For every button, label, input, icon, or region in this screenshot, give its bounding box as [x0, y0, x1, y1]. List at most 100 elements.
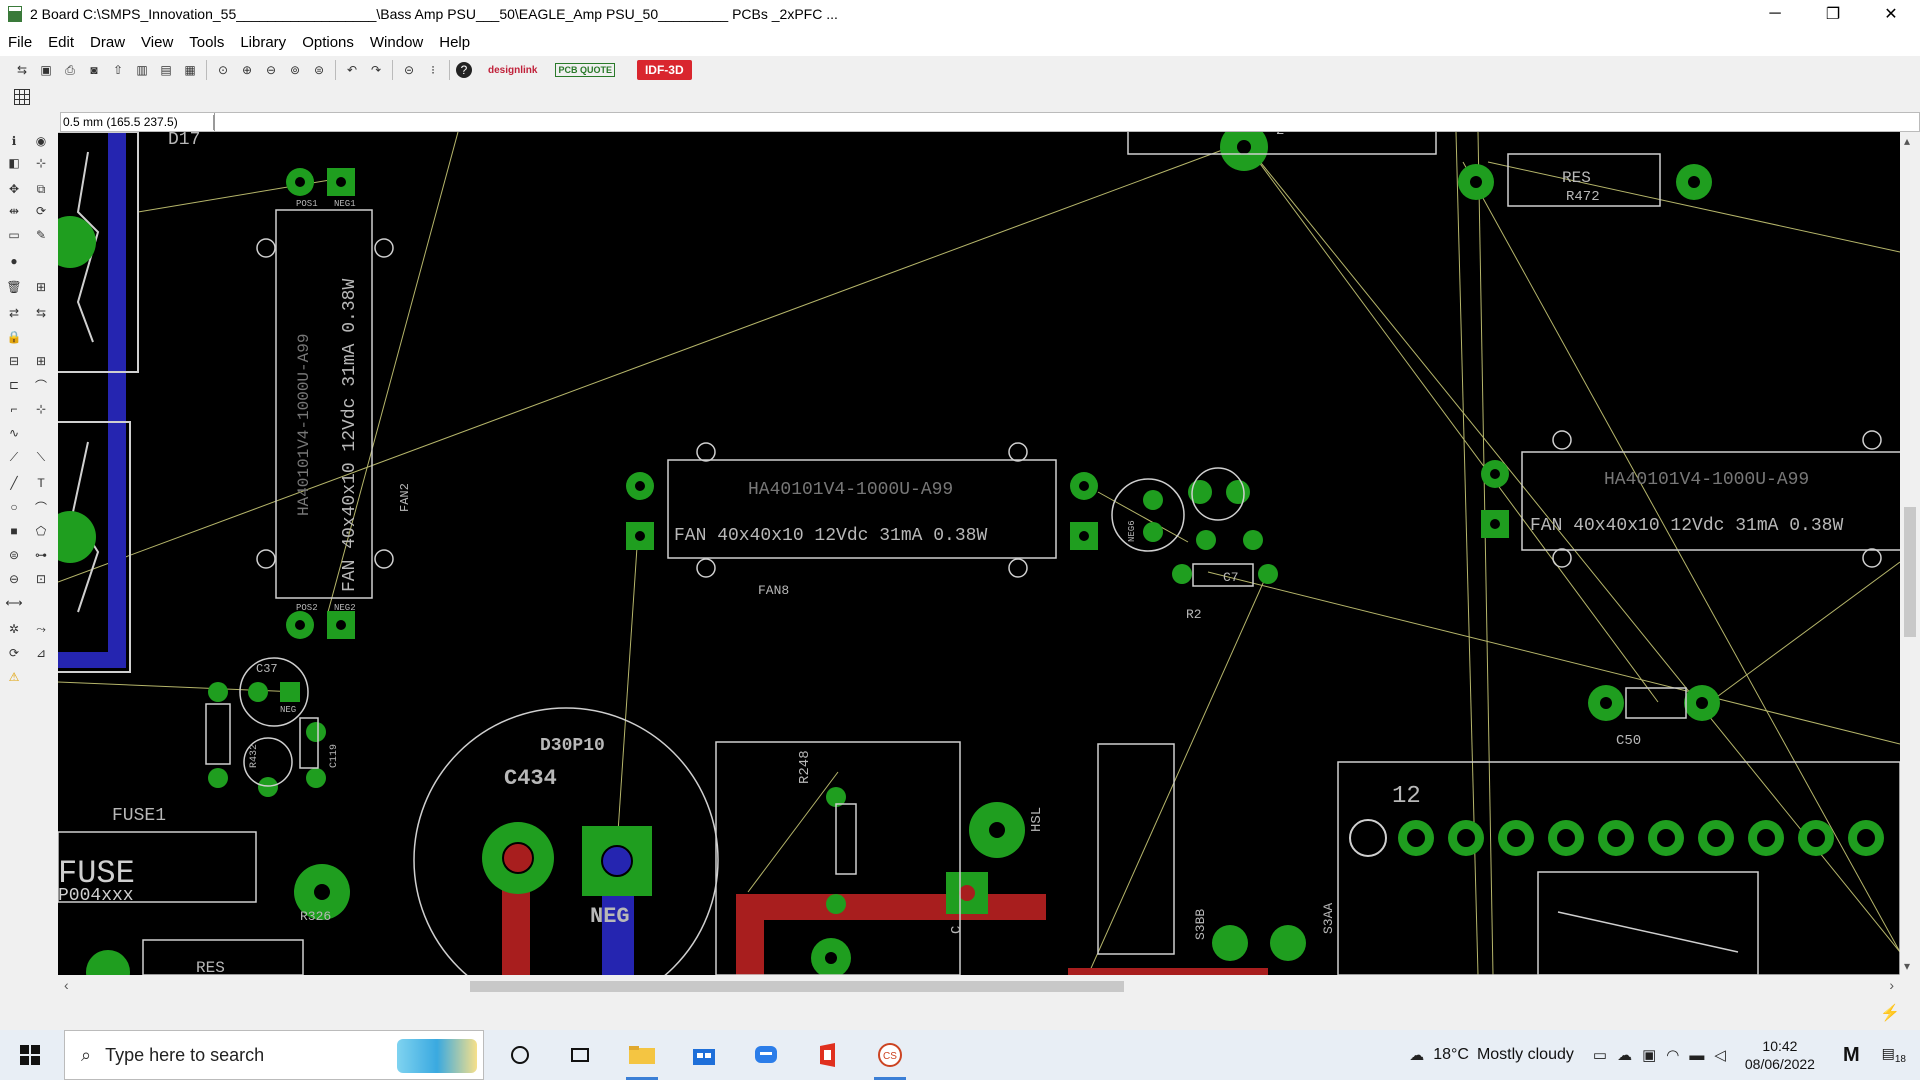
save-icon[interactable]: ▣ — [36, 61, 56, 79]
clock[interactable]: 10:42 08/06/2022 — [1745, 1037, 1815, 1073]
script-icon[interactable]: ⇧ — [108, 61, 128, 79]
vertical-scrollbar[interactable]: ▴ ▾ — [1900, 132, 1920, 975]
value-icon[interactable]: ⊞ — [32, 352, 50, 370]
meander-icon[interactable]: ∿ — [5, 424, 23, 442]
file-explorer-icon[interactable] — [626, 1039, 658, 1080]
horizontal-scroll-thumb[interactable] — [470, 981, 1124, 992]
circle-icon[interactable]: ○ — [5, 498, 23, 516]
close-button[interactable]: ✕ — [1862, 0, 1920, 28]
rect-icon[interactable]: ■ — [5, 522, 23, 540]
weather-temp[interactable]: 18°C — [1433, 1046, 1469, 1064]
menu-edit[interactable]: Edit — [40, 34, 82, 51]
app-logo-icon[interactable]: M — [1843, 1044, 1860, 1067]
print-icon[interactable]: ⎙ — [60, 61, 80, 79]
pad-icon[interactable]: ⊶ — [32, 546, 50, 564]
lock-icon[interactable]: 🔒 — [5, 328, 23, 346]
smd-icon[interactable]: ⊡ — [32, 570, 50, 588]
wire-icon[interactable]: ⟋ — [5, 448, 23, 466]
scroll-right-icon[interactable]: › — [1889, 977, 1894, 993]
layers-icon[interactable]: ◧ — [5, 154, 23, 172]
task-view-icon[interactable] — [564, 1039, 596, 1071]
info-icon[interactable]: ℹ — [5, 132, 23, 150]
menu-library[interactable]: Library — [232, 34, 294, 51]
optimize-icon[interactable]: ⌒ — [32, 376, 50, 394]
wifi-icon[interactable]: ◠ — [1666, 1046, 1679, 1064]
notifications-icon[interactable]: ▤18 — [1882, 1045, 1906, 1065]
board-canvas[interactable]: D17 POS1 NEG1 POS2 NEG2 HA40101V4-1000U-… — [58, 132, 1900, 975]
signal-icon[interactable]: ⟍ — [32, 448, 50, 466]
paste-icon[interactable]: ● — [5, 252, 23, 270]
menu-help[interactable]: Help — [431, 34, 478, 51]
ratsnest-icon[interactable]: ✲ — [5, 620, 23, 638]
board-icon[interactable]: ▦ — [180, 61, 200, 79]
group-icon[interactable]: ▭ — [5, 226, 23, 244]
lock-part-icon[interactable]: ⇆ — [32, 304, 50, 322]
stop-icon[interactable]: ⊝ — [399, 61, 419, 79]
hole-icon[interactable]: ⊖ — [5, 570, 23, 588]
help-icon[interactable]: ? — [456, 62, 472, 78]
polygon-icon[interactable]: ⬠ — [32, 522, 50, 540]
volume-icon[interactable]: ◁ — [1714, 1046, 1726, 1064]
zoom-select-icon[interactable]: ⊜ — [309, 61, 329, 79]
add-icon[interactable]: ⊞ — [32, 278, 50, 296]
dimension-icon[interactable]: ⟷ — [5, 594, 23, 612]
start-button[interactable] — [6, 1045, 54, 1065]
eagle-taskbar-icon[interactable]: CS — [874, 1039, 906, 1080]
warning-icon[interactable]: ⚠ — [5, 668, 23, 686]
minimize-button[interactable]: ─ — [1746, 0, 1804, 28]
delete-icon[interactable]: 🗑 — [5, 278, 23, 296]
onedrive-icon[interactable]: ☁ — [1617, 1046, 1632, 1064]
via-icon[interactable]: ⊜ — [5, 546, 23, 564]
pcb-drawing[interactable]: D17 POS1 NEG1 POS2 NEG2 HA40101V4-1000U-… — [58, 132, 1900, 975]
arc-icon[interactable]: ⌒ — [32, 498, 50, 516]
restore-button[interactable]: ❐ — [1804, 0, 1862, 28]
autorouter-icon[interactable]: ⤳ — [32, 620, 50, 638]
menu-tools[interactable]: Tools — [181, 34, 232, 51]
text-icon[interactable]: T — [32, 474, 50, 492]
office-icon[interactable] — [812, 1039, 844, 1071]
designlink-logo[interactable]: designlink — [488, 65, 537, 76]
line-icon[interactable]: ╱ — [5, 474, 23, 492]
menu-file[interactable]: File — [0, 34, 40, 51]
zoom-out-icon[interactable]: ⊖ — [261, 61, 281, 79]
command-input[interactable] — [214, 113, 1919, 131]
menu-options[interactable]: Options — [294, 34, 362, 51]
pcb-quote-logo[interactable]: PCB QUOTE — [555, 63, 615, 77]
meet-now-icon[interactable]: ▭ — [1593, 1046, 1607, 1064]
split-icon[interactable]: ⊏ — [5, 376, 23, 394]
taskbar-search[interactable]: ⌕ Type here to search — [64, 1030, 484, 1080]
drc-icon[interactable]: ⟳ — [5, 644, 23, 662]
battery-icon[interactable]: ▬ — [1689, 1047, 1704, 1064]
ulp-icon[interactable]: ▥ — [132, 61, 152, 79]
cam-icon[interactable]: ◙ — [84, 61, 104, 79]
show-icon[interactable]: ◉ — [32, 132, 50, 150]
weather-icon[interactable]: ☁ — [1409, 1046, 1424, 1064]
scroll-left-icon[interactable]: ‹ — [64, 977, 69, 993]
display-icon[interactable]: ▣ — [1642, 1046, 1656, 1064]
mark-icon[interactable]: ⊹ — [32, 154, 50, 172]
undo-icon[interactable]: ↶ — [342, 61, 362, 79]
route-icon[interactable]: ⌐ — [5, 400, 23, 418]
zoom-fit-icon[interactable]: ⊙ — [213, 61, 233, 79]
open-icon[interactable]: ⇆ — [12, 61, 32, 79]
go-icon[interactable]: ⁝ — [423, 61, 443, 79]
ripup-icon[interactable]: ⊹ — [32, 400, 50, 418]
weather-text[interactable]: Mostly cloudy — [1477, 1046, 1574, 1064]
horizontal-scrollbar[interactable]: ‹ › — [58, 975, 1900, 997]
menu-draw[interactable]: Draw — [82, 34, 133, 51]
cortana-icon[interactable] — [504, 1039, 536, 1071]
menu-view[interactable]: View — [133, 34, 181, 51]
erc-icon[interactable]: ⊿ — [32, 644, 50, 662]
messaging-icon[interactable] — [750, 1039, 782, 1071]
name-icon[interactable]: ⊟ — [5, 352, 23, 370]
scroll-up-icon[interactable]: ▴ — [1904, 134, 1910, 148]
idf-3d-button[interactable]: IDF-3D — [636, 60, 692, 80]
copy-icon[interactable]: ⧉ — [32, 180, 50, 198]
vertical-scroll-thumb[interactable] — [1904, 507, 1916, 637]
replace-icon[interactable]: ⇄ — [5, 304, 23, 322]
redo-icon[interactable]: ↷ — [366, 61, 386, 79]
scroll-down-icon[interactable]: ▾ — [1904, 959, 1910, 973]
move-icon[interactable]: ✥ — [5, 180, 23, 198]
grid-icon[interactable] — [14, 89, 30, 105]
schematic-icon[interactable]: ▤ — [156, 61, 176, 79]
